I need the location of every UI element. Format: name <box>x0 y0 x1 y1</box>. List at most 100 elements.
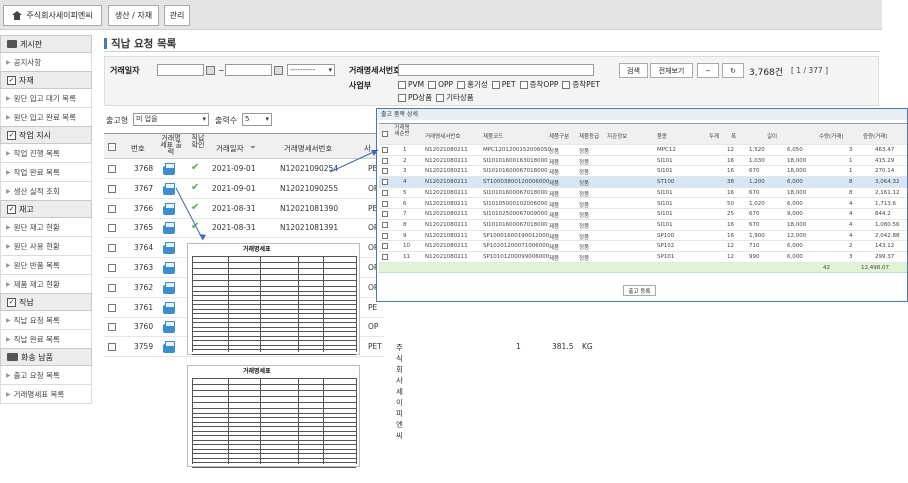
sidebar-item[interactable]: ▶ 원단 재고 현황 <box>0 218 92 237</box>
print-invoice-icon[interactable] <box>163 301 175 314</box>
popup-table-row[interactable]: 9 N12021080211 SP10001600190012000 제품 정품 SP10… <box>379 231 907 242</box>
column-header[interactable]: 거래명세표 출력 <box>159 135 183 156</box>
popup-table-row[interactable]: 11 N12021080211 SP10101200099006000 제품 정품 SP1… <box>379 252 907 263</box>
print-invoice-icon[interactable] <box>163 163 175 175</box>
row-checkbox[interactable] <box>108 165 116 173</box>
popup-table-row[interactable]: 10 N12021080211 SP10201200071006000 제품 정품 SP1… <box>379 241 907 252</box>
collapse-button[interactable]: − <box>697 63 719 78</box>
sidebar-section[interactable]: ✓ 자재 <box>0 71 92 89</box>
sidebar-item[interactable]: ▶ 작업 진행 목록 <box>0 144 92 163</box>
sidebar-item[interactable]: ▶ 원단 반품 목록 <box>0 256 92 275</box>
popup-table-row[interactable]: 1 N12021080211 MPC12012001520060S0 상품 정품 MPC1… <box>379 145 907 156</box>
popup-table-row[interactable]: 5 N12021080211 SI10101600067018000 제품 정품 SI10… <box>379 188 907 199</box>
checkbox[interactable] <box>457 80 466 89</box>
sidebar-item[interactable]: ▶ 공지사항 <box>0 53 92 72</box>
doc-number[interactable]: N12021090255 <box>280 184 338 193</box>
print-invoice-icon[interactable] <box>163 202 175 215</box>
print-invoice-icon[interactable] <box>163 262 175 274</box>
sidebar-section[interactable]: 게시판 <box>0 35 92 53</box>
table-row[interactable]: 3767 ✔ 2021-09-01 N12021090255 OP <box>104 179 384 199</box>
print-invoice-icon[interactable] <box>163 182 175 195</box>
page-size-select[interactable]: 5 ▾ <box>242 113 272 126</box>
popup-table-row[interactable]: 2 N12021080211 SI10101600163018000 제품 정품 SI10… <box>379 156 907 167</box>
state-filter-select[interactable]: 미 업을 ▾ <box>133 113 209 126</box>
table-row[interactable]: 3766 ✔ 2021-08-31 N12021081390 PE <box>104 199 384 219</box>
business-option[interactable]: OPP <box>428 80 453 89</box>
print-invoice-icon[interactable] <box>163 341 175 354</box>
popup-table-row[interactable]: 8 N12021080211 SI10101600067018000 제품 정품 SI10… <box>379 220 907 231</box>
sidebar-item[interactable]: ▶ 직납 요청 목록 <box>0 311 92 330</box>
invoice-preview-2[interactable]: 거래명세표 <box>187 365 360 467</box>
column-header[interactable]: 직납확인 <box>191 135 205 149</box>
sidebar-section[interactable]: ✓ 작업 지시 <box>0 126 92 144</box>
checkbox[interactable] <box>398 80 406 89</box>
checkbox[interactable] <box>398 93 406 102</box>
row-checkbox[interactable] <box>108 323 116 332</box>
popup-table-row[interactable]: 7 N12021080211 SI10102500067009000 제품 정품 SI10… <box>379 209 907 220</box>
row-checkbox[interactable] <box>108 184 116 193</box>
doc-number[interactable]: N12021081390 <box>280 204 338 213</box>
business-option[interactable]: PD상품 <box>398 92 432 103</box>
checkbox[interactable] <box>428 80 437 89</box>
sidebar-item[interactable]: ▶ 제품 재고 현황 <box>0 275 92 294</box>
popup-table-row[interactable]: 4 N12021080211 ST10003800120006000 제품 정품 ST10… <box>379 177 907 188</box>
checkbox[interactable] <box>436 93 445 102</box>
sidebar-section[interactable]: 화송 납품 <box>0 348 92 366</box>
row-checkbox[interactable] <box>382 189 388 196</box>
sidebar-item[interactable]: ▶ 원단 사용 현황 <box>0 237 92 256</box>
sidebar-item[interactable]: ▶ 작업 완료 목록 <box>0 163 92 182</box>
date-range-select[interactable]: ---------- ▾ <box>287 64 335 76</box>
row-checkbox[interactable] <box>108 224 116 233</box>
invoice-preview-1[interactable]: 거래명세표 <box>187 243 360 355</box>
doc-number[interactable]: N12021081391 <box>280 223 338 232</box>
sidebar-item[interactable]: ▶ 원단 입고 대기 목록 <box>0 89 92 108</box>
select-all-checkbox[interactable] <box>108 143 116 151</box>
column-header[interactable]: 번호 <box>131 143 145 154</box>
print-invoice-icon[interactable] <box>163 321 175 334</box>
calendar-icon[interactable] <box>206 66 215 75</box>
row-checkbox[interactable] <box>382 157 388 164</box>
show-all-button[interactable]: 전체보기 <box>650 63 693 78</box>
home-company-button[interactable]: 주식회사세이피엔씨 <box>3 5 102 26</box>
business-option[interactable]: PVM <box>398 80 424 89</box>
calendar-icon[interactable] <box>274 66 283 75</box>
table-row[interactable]: 3768 ✔ 2021-09-01 N12021090254 PE <box>104 159 384 179</box>
column-header[interactable]: 거래일자 <box>216 143 244 154</box>
column-header[interactable]: 거래명세서번호 <box>284 143 332 154</box>
row-checkbox[interactable] <box>382 232 388 239</box>
print-invoice-icon[interactable] <box>163 242 175 255</box>
business-option[interactable]: 홍기성 <box>457 79 488 90</box>
table-row[interactable]: 3765 ✔ 2021-08-31 N12021081391 OP <box>104 218 384 239</box>
popup-table-row[interactable]: 6 N12021080211 SI10105000102006000 제품 정품 SI10… <box>379 199 907 210</box>
row-checkbox[interactable] <box>382 147 388 153</box>
checkbox[interactable] <box>519 80 528 89</box>
business-option[interactable]: PET <box>491 80 516 89</box>
popup-table-row[interactable]: 3 N12021080211 SI10101600067018000 제품 정품 SI10… <box>379 166 907 178</box>
row-checkbox[interactable] <box>108 264 116 272</box>
row-checkbox[interactable] <box>108 303 116 312</box>
date-to-input[interactable] <box>225 64 272 76</box>
print-invoice-icon[interactable] <box>163 281 175 294</box>
row-checkbox[interactable] <box>108 204 116 213</box>
sort-icon[interactable]: ⏷ <box>250 143 256 153</box>
sidebar-section[interactable]: ✓ 재고 <box>0 200 92 218</box>
sidebar-item[interactable]: ▶ 거래명세표 목록 <box>0 385 92 404</box>
sidebar-item[interactable]: ▶ 출고 요청 목록 <box>0 366 92 385</box>
row-checkbox[interactable] <box>108 343 116 352</box>
row-checkbox[interactable] <box>382 221 388 228</box>
doc-number[interactable]: N12021090254 <box>280 164 338 173</box>
business-option[interactable]: 증착OPP <box>519 79 558 90</box>
select-all-checkbox[interactable] <box>382 131 388 137</box>
menu-manage-button[interactable]: 관리 <box>164 5 190 26</box>
row-checkbox[interactable] <box>382 200 388 207</box>
checkbox[interactable] <box>562 80 571 89</box>
checkbox[interactable] <box>491 80 500 89</box>
sidebar-item[interactable]: ▶ 생산 실적 조회 <box>0 182 92 201</box>
sidebar-item[interactable]: ▶ 직납 완료 목록 <box>0 330 92 349</box>
column-header[interactable]: 사 <box>364 143 371 154</box>
row-checkbox[interactable] <box>108 244 116 253</box>
register-shipment-button[interactable]: 출고 등록 <box>623 285 656 296</box>
date-from-input[interactable] <box>157 64 204 76</box>
row-checkbox[interactable] <box>382 211 388 218</box>
row-checkbox[interactable] <box>382 254 388 260</box>
